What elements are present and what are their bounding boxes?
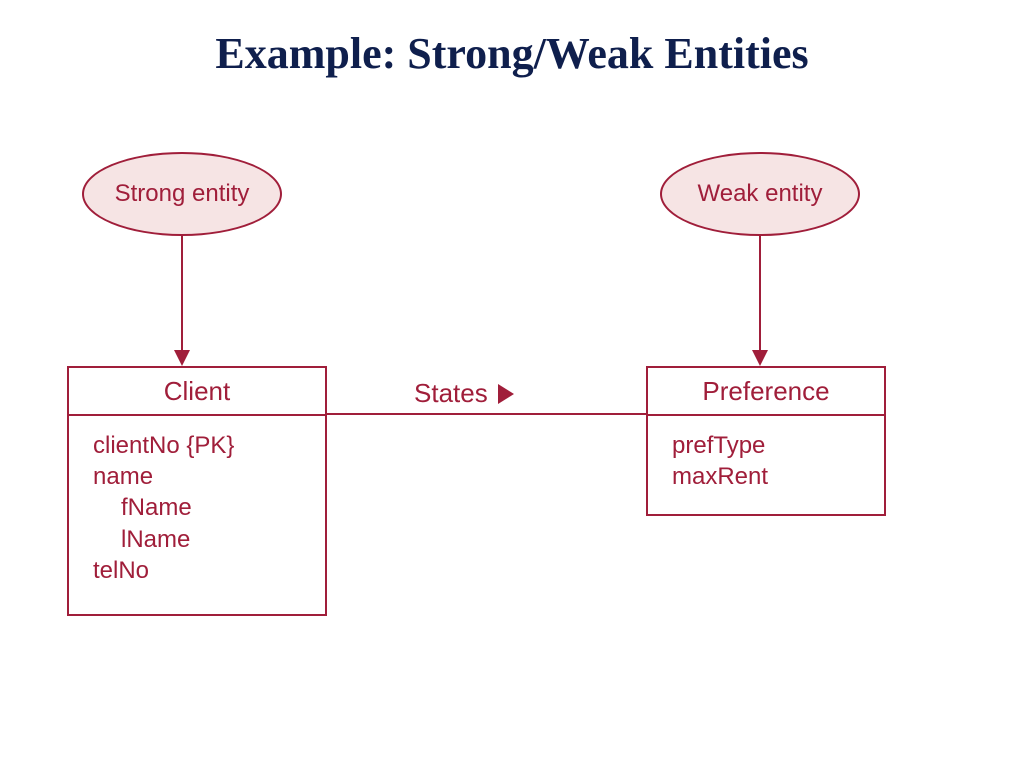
arrowhead-down-icon xyxy=(752,350,768,366)
entity-preference-header: Preference xyxy=(648,368,884,416)
triangle-right-icon xyxy=(498,384,514,404)
attr-maxrent: maxRent xyxy=(672,461,884,492)
callout-weak-entity: Weak entity xyxy=(660,152,860,236)
attr-fname: fName xyxy=(93,492,325,523)
attr-telno: telNo xyxy=(93,555,325,586)
page-title: Example: Strong/Weak Entities xyxy=(0,28,1024,79)
callout-strong-entity: Strong entity xyxy=(82,152,282,236)
arrow-line-weak xyxy=(759,236,761,350)
arrow-line-strong xyxy=(181,236,183,350)
entity-preference-attributes: prefType maxRent xyxy=(648,416,884,508)
attr-clientno: clientNo {PK} xyxy=(93,430,325,461)
entity-client-attributes: clientNo {PK} name fName lName telNo xyxy=(69,416,325,602)
relationship-line xyxy=(327,413,646,415)
entity-client: Client clientNo {PK} name fName lName te… xyxy=(67,366,327,616)
relationship-label: States xyxy=(414,378,514,409)
attr-preftype: prefType xyxy=(672,430,884,461)
attr-name: name xyxy=(93,461,325,492)
arrowhead-down-icon xyxy=(174,350,190,366)
relationship-text: States xyxy=(414,378,488,409)
entity-client-header: Client xyxy=(69,368,325,416)
entity-preference: Preference prefType maxRent xyxy=(646,366,886,516)
attr-lname: lName xyxy=(93,524,325,555)
